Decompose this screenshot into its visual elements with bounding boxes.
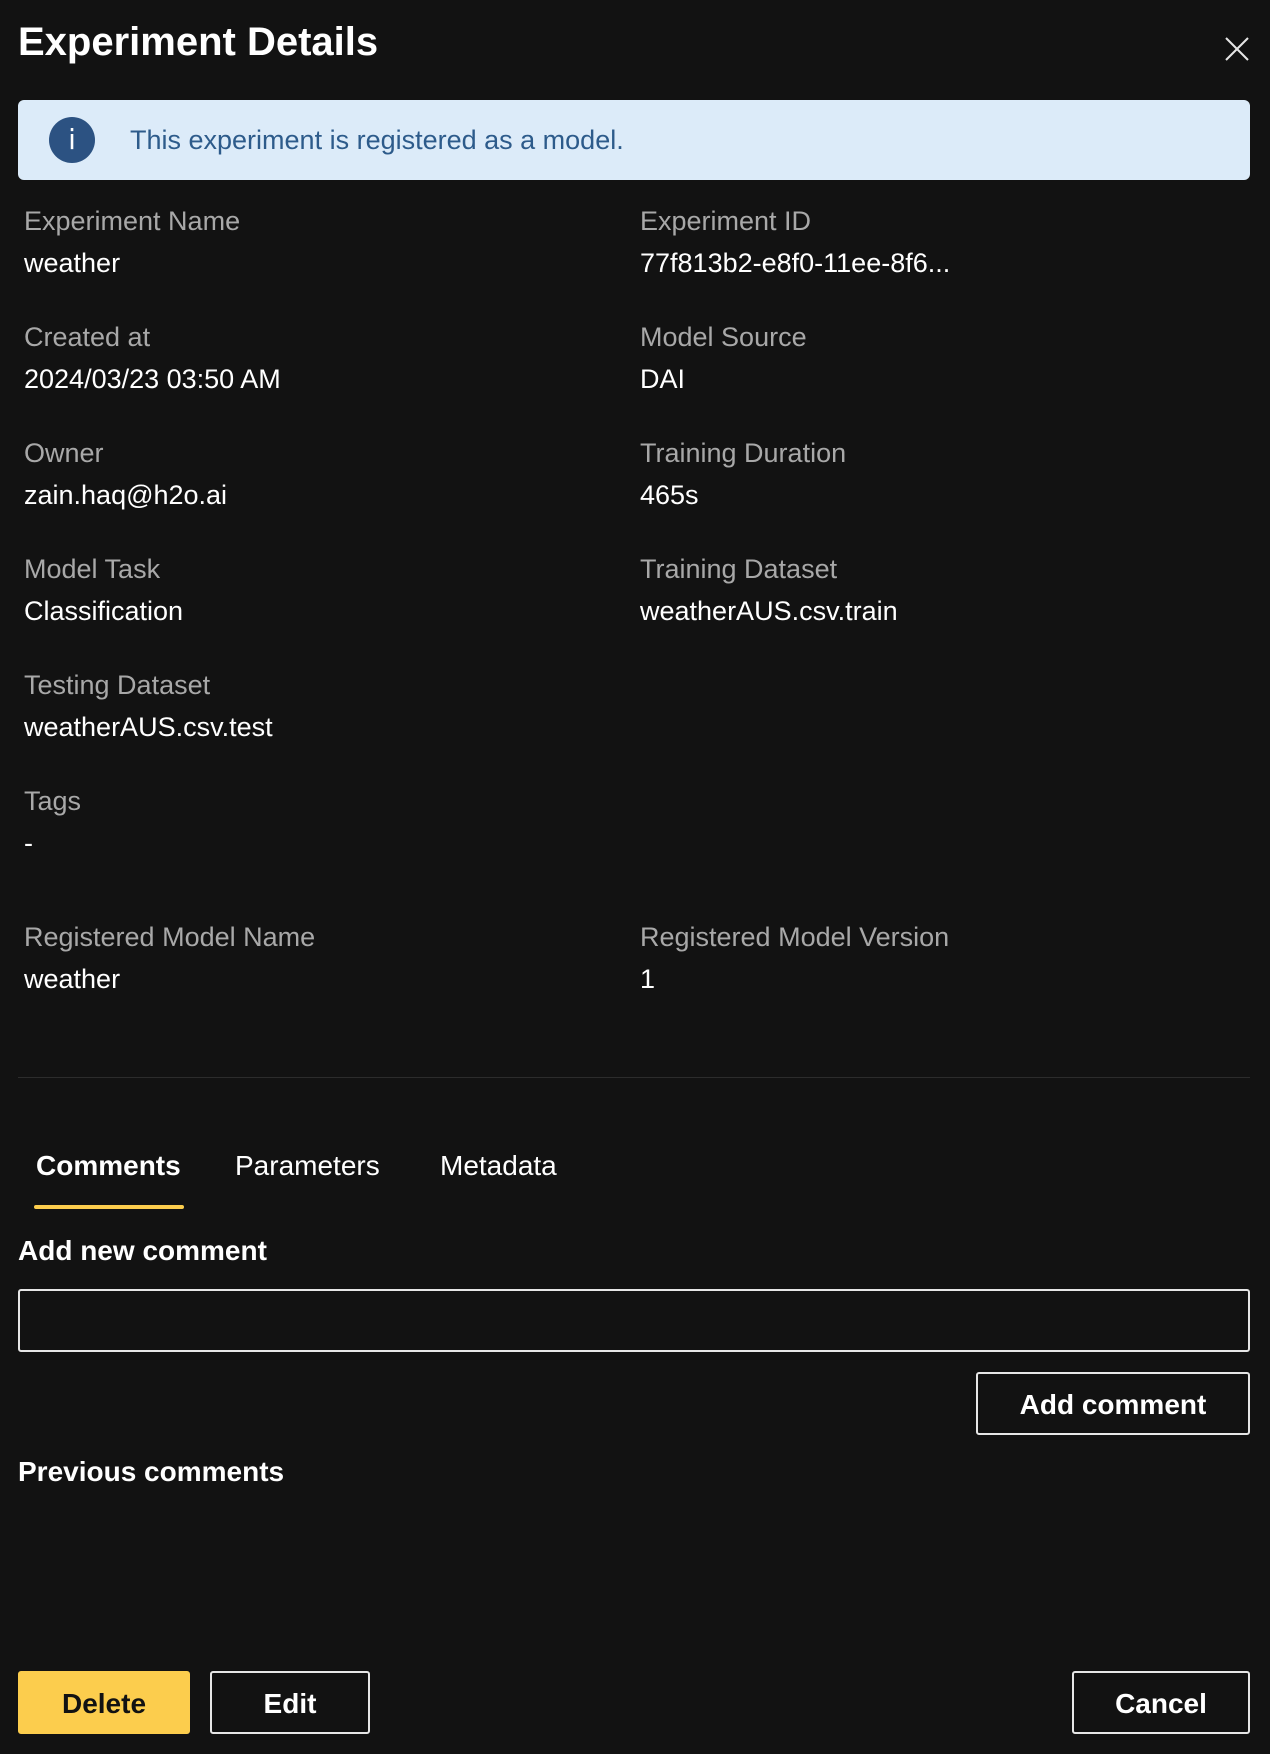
field-label: Owner [24, 438, 104, 468]
field-testing-dataset: Testing Dataset weatherAUS.csv.test [24, 668, 273, 744]
delete-button[interactable]: Delete [18, 1671, 190, 1734]
field-value: 77f813b2-e8f0-11ee-8f6... [640, 248, 951, 278]
tab-comments[interactable]: Comments [36, 1148, 181, 1184]
field-value: weatherAUS.csv.train [640, 596, 898, 626]
field-model-task: Model Task Classification [24, 552, 183, 628]
field-value: 2024/03/23 03:50 AM [24, 364, 281, 394]
field-label: Experiment Name [24, 206, 241, 236]
comment-input[interactable] [18, 1289, 1250, 1352]
add-comment-button[interactable]: Add comment [976, 1372, 1250, 1435]
field-value: weather [24, 248, 121, 278]
field-value: weather [24, 964, 121, 994]
info-banner: i This experiment is registered as a mod… [18, 100, 1250, 180]
field-experiment-name: Experiment Name weather [24, 204, 240, 280]
field-model-source: Model Source DAI [640, 320, 807, 396]
field-label: Tags [24, 786, 82, 816]
active-tab-indicator [34, 1205, 184, 1209]
info-banner-message: This experiment is registered as a model… [130, 125, 624, 155]
field-value: 465s [640, 480, 699, 510]
field-value: DAI [640, 364, 686, 394]
previous-comments-heading: Previous comments [18, 1456, 285, 1487]
field-label: Testing Dataset [24, 670, 211, 700]
field-label: Model Source [640, 322, 807, 352]
tab-parameters[interactable]: Parameters [235, 1148, 380, 1184]
dialog-title: Experiment Details [18, 20, 379, 64]
field-label: Training Duration [640, 438, 847, 468]
field-label: Registered Model Name [24, 922, 316, 952]
add-comment-heading: Add new comment [18, 1235, 267, 1266]
field-value: weatherAUS.csv.test [24, 712, 273, 742]
field-registered-model-name: Registered Model Name weather [24, 920, 315, 996]
field-experiment-id: Experiment ID 77f813b2-e8f0-11ee-8f6... [640, 204, 950, 280]
tab-metadata[interactable]: Metadata [440, 1148, 557, 1184]
field-label: Training Dataset [640, 554, 838, 584]
field-tags: Tags - [24, 784, 81, 860]
field-created-at: Created at 2024/03/23 03:50 AM [24, 320, 281, 396]
info-icon: i [49, 117, 95, 163]
edit-button[interactable]: Edit [210, 1671, 370, 1734]
field-training-duration: Training Duration 465s [640, 436, 846, 512]
field-label: Experiment ID [640, 206, 812, 236]
field-value: Classification [24, 596, 184, 626]
field-training-dataset: Training Dataset weatherAUS.csv.train [640, 552, 898, 628]
cancel-button[interactable]: Cancel [1072, 1671, 1250, 1734]
field-label: Registered Model Version [640, 922, 950, 952]
field-label: Created at [24, 322, 151, 352]
close-icon[interactable] [1222, 34, 1252, 64]
field-owner: Owner zain.haq@h2o.ai [24, 436, 227, 512]
field-value: 1 [640, 964, 656, 994]
field-registered-model-version: Registered Model Version 1 [640, 920, 949, 996]
field-label: Model Task [24, 554, 161, 584]
field-value: zain.haq@h2o.ai [24, 480, 228, 510]
section-divider [18, 1077, 1250, 1078]
field-value: - [24, 828, 33, 858]
